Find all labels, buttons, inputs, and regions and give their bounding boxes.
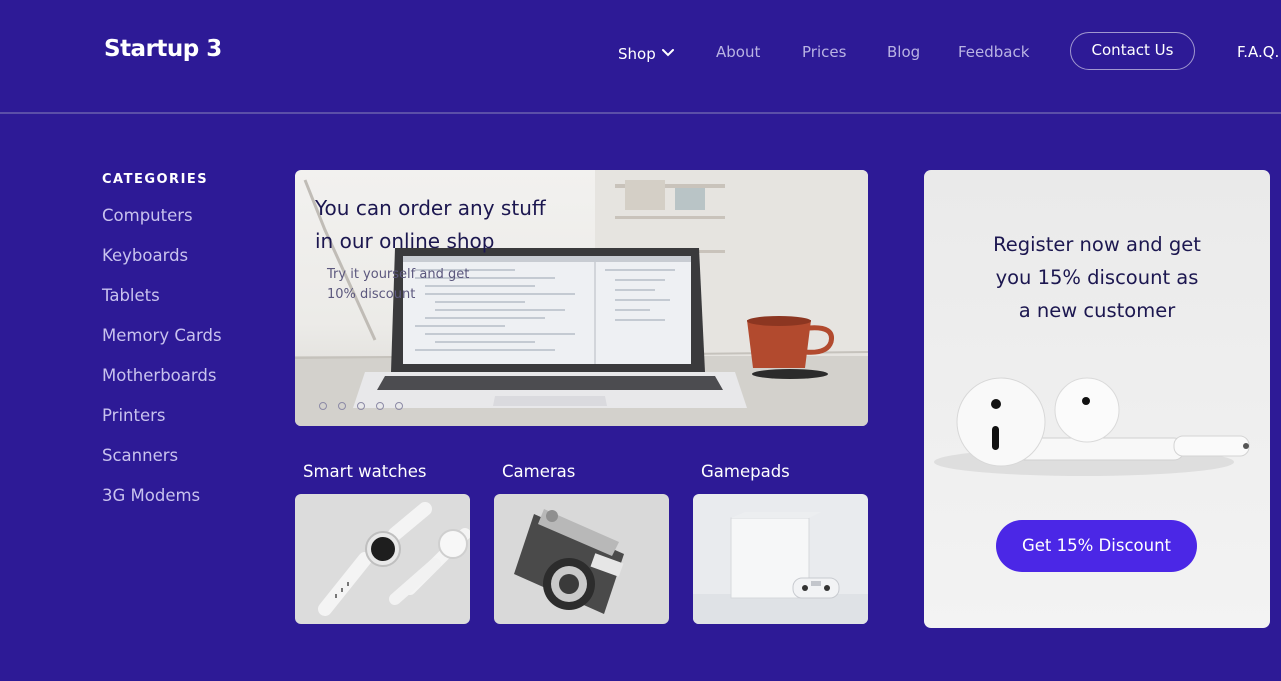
hero-banner[interactable]: You can order any stuff in our online sh… (295, 170, 868, 426)
carousel-dot-2[interactable] (338, 402, 346, 410)
hero-title: You can order any stuff in our online sh… (315, 192, 546, 258)
smart-watches-card[interactable] (295, 494, 470, 624)
categories-list: Computers Keyboards Tablets Memory Cards… (102, 205, 222, 525)
nav-faq[interactable]: F.A.Q. (1237, 42, 1279, 62)
category-motherboards[interactable]: Motherboards (102, 365, 222, 405)
carousel-dots (319, 395, 414, 414)
header-divider (0, 112, 1281, 114)
category-tablets[interactable]: Tablets (102, 285, 222, 325)
hero-subtitle-line-2: 10% discount (327, 287, 416, 302)
get-discount-button[interactable]: Get 15% Discount (996, 520, 1197, 572)
carousel-dot-3[interactable] (357, 402, 365, 410)
site-header: Startup 3 Shop About Prices Blog Feedbac… (0, 0, 1281, 112)
nav-feedback[interactable]: Feedback (958, 42, 1029, 62)
earbuds-image (934, 377, 1250, 476)
discount-promo-card: Register now and get you 15% discount as… (924, 170, 1270, 628)
carousel-dot-1[interactable] (319, 402, 327, 410)
nav-shop-label: Shop (618, 45, 656, 63)
nav-shop[interactable]: Shop (618, 42, 674, 64)
nav-prices[interactable]: Prices (802, 42, 846, 62)
carousel-dot-5[interactable] (395, 402, 403, 410)
console-image (693, 494, 868, 624)
promo-line-1: Register now and get (993, 233, 1201, 256)
category-computers[interactable]: Computers (102, 205, 222, 245)
camera-image (494, 494, 669, 624)
category-3g-modems[interactable]: 3G Modems (102, 485, 222, 525)
hero-title-line-1: You can order any stuff (315, 196, 546, 220)
watch-image (295, 494, 470, 624)
chevron-down-icon (661, 42, 674, 62)
hero-title-line-2: in our online shop (315, 229, 495, 253)
gamepads-card[interactable] (693, 494, 868, 624)
hero-subtitle-line-1: Try it yourself and get (327, 267, 470, 282)
cameras-card[interactable] (494, 494, 669, 624)
product-label-gamepads[interactable]: Gamepads (701, 462, 790, 481)
promo-text: Register now and get you 15% discount as… (924, 228, 1270, 327)
category-scanners[interactable]: Scanners (102, 445, 222, 485)
categories-title: CATEGORIES (102, 172, 209, 187)
contact-us-button[interactable]: Contact Us (1070, 32, 1195, 70)
product-label-cameras[interactable]: Cameras (502, 462, 575, 481)
category-keyboards[interactable]: Keyboards (102, 245, 222, 285)
promo-line-3: a new customer (1018, 299, 1176, 322)
nav-about[interactable]: About (716, 42, 760, 62)
carousel-dot-4[interactable] (376, 402, 384, 410)
product-label-smart-watches[interactable]: Smart watches (303, 462, 427, 481)
promo-line-2: you 15% discount as (995, 266, 1199, 289)
nav-blog[interactable]: Blog (887, 42, 920, 62)
category-memory-cards[interactable]: Memory Cards (102, 325, 222, 365)
hero-subtitle: Try it yourself and get 10% discount (327, 265, 469, 305)
category-printers[interactable]: Printers (102, 405, 222, 445)
